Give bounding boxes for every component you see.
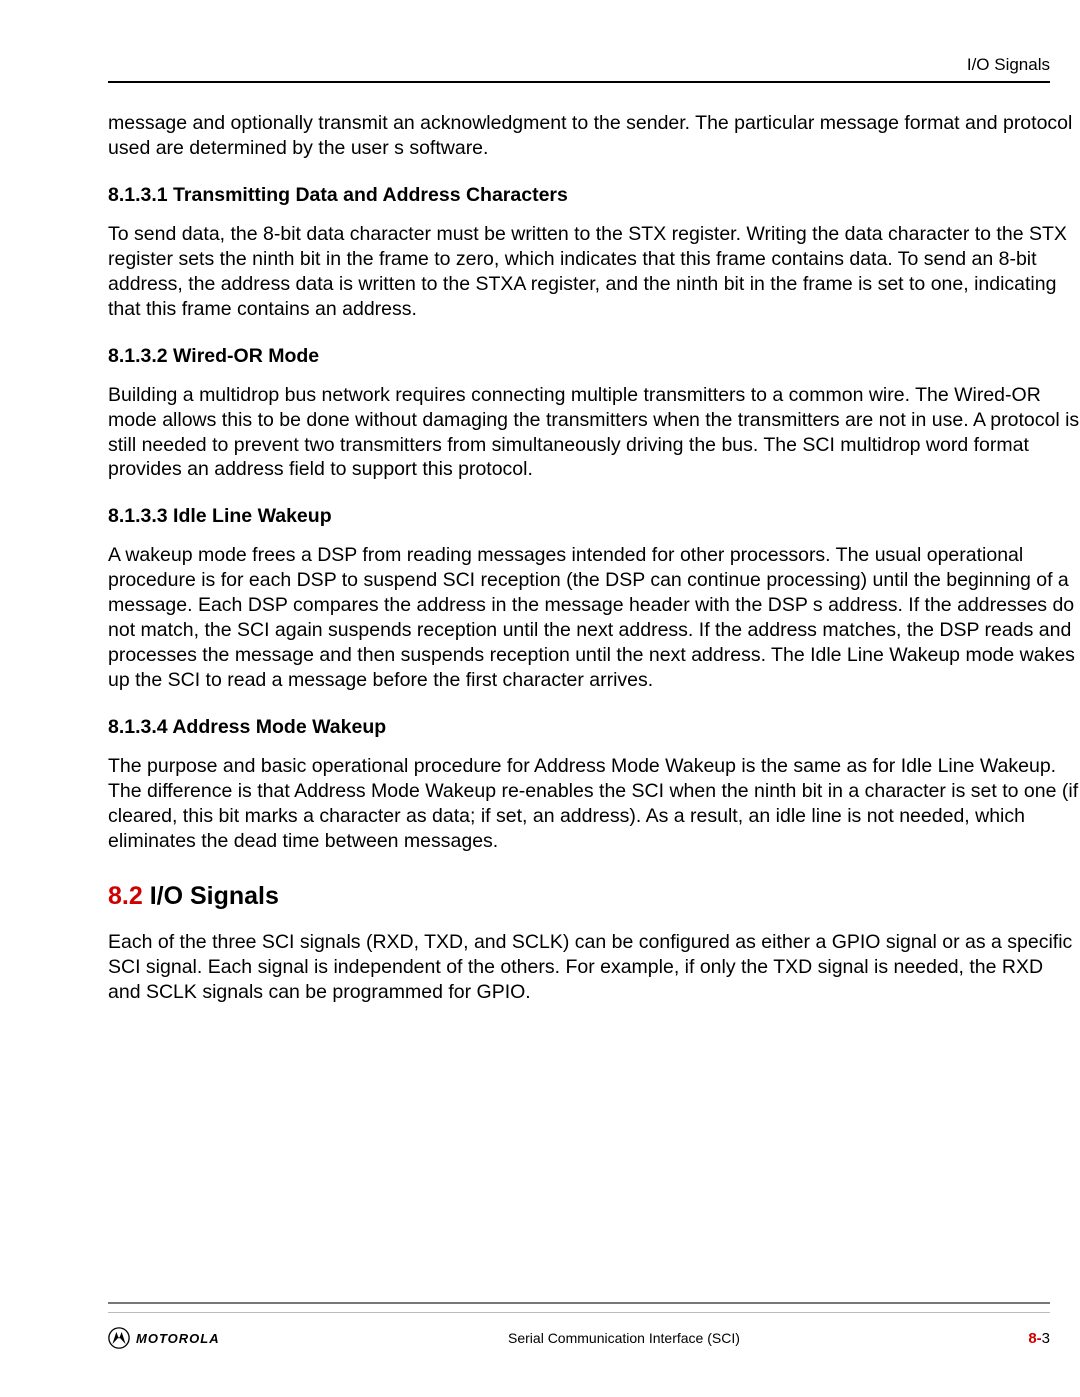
footer-rule-1 [108, 1302, 1050, 1304]
para-8-2: Each of the three SCI signals (RXD, TXD,… [108, 930, 1080, 1005]
para-8-1-3-4: The purpose and basic operational proced… [108, 754, 1080, 854]
footer-row: MOTOROLA Serial Communication Interface … [108, 1327, 1050, 1349]
motorola-logo: MOTOROLA [108, 1327, 220, 1349]
footer-rule-2 [108, 1312, 1050, 1313]
page-chapter: 8- [1028, 1330, 1041, 1347]
motorola-logo-icon [108, 1327, 130, 1349]
page: I/O Signals message and optionally trans… [0, 0, 1080, 1005]
heading-8-1-3-4: 8.1.3.4 Address Mode Wakeup [108, 715, 1080, 740]
page-num-digit: 3 [1042, 1330, 1050, 1347]
heading-8-1-3-3: 8.1.3.3 Idle Line Wakeup [108, 504, 1080, 529]
footer: MOTOROLA Serial Communication Interface … [108, 1294, 1050, 1349]
logo-text: MOTOROLA [136, 1331, 220, 1346]
heading-8-1-3-2: 8.1.3.2 Wired-OR Mode [108, 344, 1080, 369]
header-rule [108, 81, 1050, 83]
heading-8-2: 8.2 I/O Signals [108, 880, 1080, 912]
para-8-1-3-1: To send data, the 8-bit data character m… [108, 222, 1080, 322]
footer-center-text: Serial Communication Interface (SCI) [220, 1330, 1029, 1346]
running-header: I/O Signals [0, 55, 1080, 75]
content-block: message and optionally transmit an ackno… [108, 111, 1080, 1005]
para-8-1-3-2: Building a multidrop bus network require… [108, 383, 1080, 483]
page-number: 8-3 [1028, 1330, 1050, 1347]
intro-continuation-para: message and optionally transmit an ackno… [108, 111, 1080, 161]
heading-8-1-3-1: 8.1.3.1 Transmitting Data and Address Ch… [108, 183, 1080, 208]
section-title: I/O Signals [143, 882, 279, 910]
para-8-1-3-3: A wakeup mode frees a DSP from reading m… [108, 543, 1080, 693]
section-number: 8.2 [108, 882, 143, 910]
